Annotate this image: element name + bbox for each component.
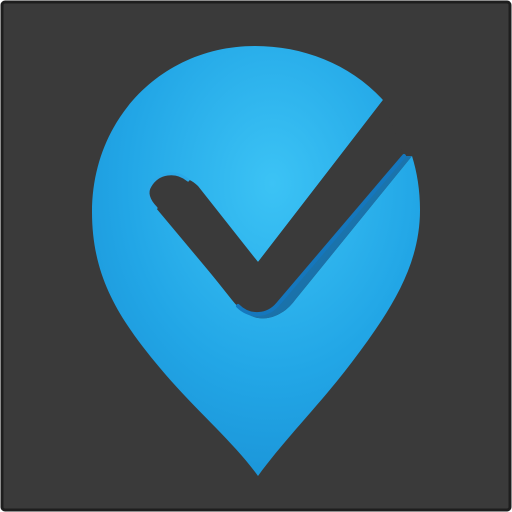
location-check-icon (0, 0, 512, 512)
app-icon (0, 0, 512, 512)
